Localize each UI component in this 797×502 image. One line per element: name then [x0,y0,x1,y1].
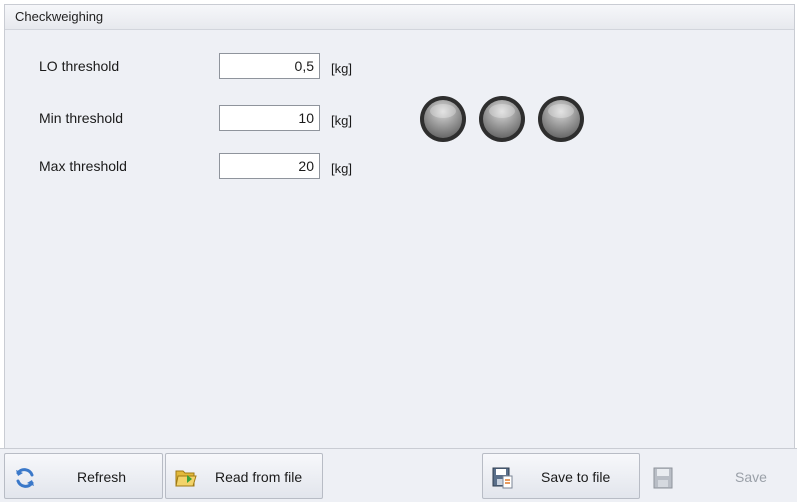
save-label: Save [735,469,767,485]
max-threshold-input[interactable]: 20 [219,153,320,179]
panel-title: Checkweighing [5,5,794,30]
save-to-file-label: Save to file [541,469,611,485]
save-to-file-button[interactable]: Save to file [482,453,640,499]
folder-open-icon [175,470,197,487]
save-button[interactable]: Save [642,453,792,499]
min-threshold-input[interactable]: 10 [219,105,320,131]
floppy-disk-icon [653,467,673,489]
max-threshold-label: Max threshold [39,158,127,174]
checkweighing-panel: Checkweighing LO threshold 0,5 [kg] Min … [4,4,795,498]
bottom-toolbar: Refresh Read from file Save to file Save [0,448,797,502]
min-threshold-label: Min threshold [39,110,124,126]
lo-threshold-label: LO threshold [39,58,120,74]
read-from-file-label: Read from file [215,469,303,485]
refresh-label: Refresh [77,469,127,485]
lo-indicator-lamp [420,96,466,142]
max-indicator-lamp [538,96,584,142]
max-threshold-unit: [kg] [331,161,352,176]
refresh-icon [16,468,34,488]
refresh-button[interactable]: Refresh [4,453,163,499]
save-to-file-icon [492,467,513,489]
min-indicator-lamp [479,96,525,142]
read-from-file-button[interactable]: Read from file [165,453,323,499]
lo-threshold-unit: [kg] [331,61,352,76]
lo-threshold-input[interactable]: 0,5 [219,53,320,79]
min-threshold-unit: [kg] [331,113,352,128]
